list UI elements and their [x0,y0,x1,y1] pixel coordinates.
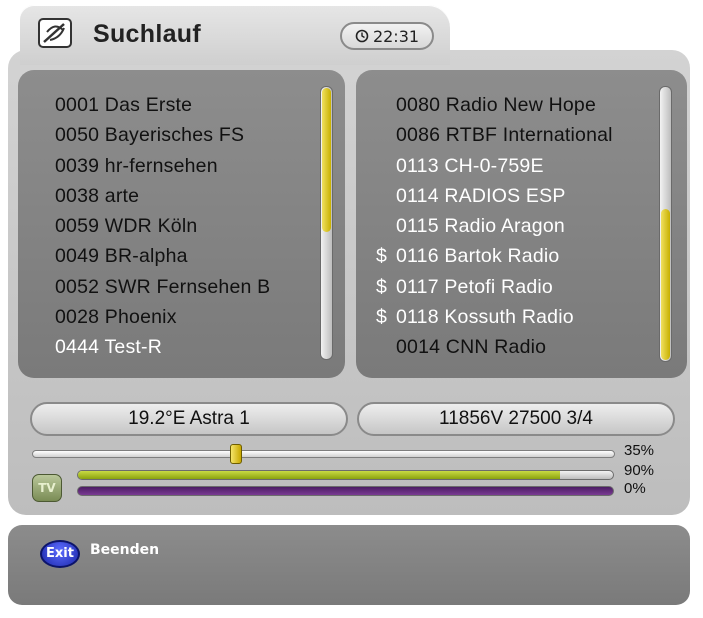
satellite-label: 19.2°E Astra 1 [30,402,348,436]
list-item[interactable]: 0115 Radio Aragon [376,211,613,241]
satellite-dish-icon [38,18,72,48]
exit-label: Beenden [90,542,160,558]
tv-list-scrollbar[interactable] [320,86,333,360]
signal-strength-bar [77,470,614,480]
list-item[interactable]: 0114 RADIOS ESP [376,181,613,211]
clock-time: 22:31 [372,26,420,46]
error-rate-percent: 0% [624,480,646,497]
clock-icon [355,29,369,43]
radio-list-scroll-thumb[interactable] [661,209,670,360]
list-item[interactable]: 0014 CNN Radio [376,332,613,362]
tv-channel-list[interactable]: 0001 Das Erste 0050 Bayerisches FS 0039 … [18,70,345,378]
list-item[interactable]: 0038 arte [55,181,270,211]
transponder-label: 11856V 27500 3/4 [357,402,675,436]
tv-list-scroll-thumb[interactable] [322,88,331,232]
signal-tv-icon: TV [32,474,62,502]
page-title: Suchlauf [93,20,201,48]
pay-prefix: $ [376,275,388,298]
radio-channel-list[interactable]: 0080 Radio New Hope 0086 RTBF Internatio… [356,70,687,378]
scan-progress-marker [230,444,243,464]
list-item[interactable]: $0118 Kossuth Radio [376,302,613,332]
signal-strength-percent: 90% [624,462,655,479]
help-bar [8,525,690,605]
list-item[interactable]: 0059 WDR Köln [55,211,270,241]
list-item[interactable]: 0113 CH-0-759E [376,151,613,181]
scan-screen: Suchlauf 22:31 0001 Das Erste 0050 Bayer… [0,0,703,618]
list-item[interactable]: 0050 Bayerisches FS [55,120,270,150]
tv-channel-rows: 0001 Das Erste 0050 Bayerisches FS 0039 … [55,90,270,363]
radio-channel-rows: 0080 Radio New Hope 0086 RTBF Internatio… [376,90,613,363]
list-item[interactable]: $0117 Petofi Radio [376,272,613,302]
list-item[interactable]: 0001 Das Erste [55,90,270,120]
list-item[interactable]: 0052 SWR Fernsehen B [55,272,270,302]
pay-prefix: $ [376,245,388,268]
error-rate-bar [77,486,614,496]
list-item[interactable]: $0116 Bartok Radio [376,241,613,271]
list-item[interactable]: 0049 BR-alpha [55,241,270,271]
list-item[interactable]: 0444 Test-R [55,332,270,362]
radio-list-scrollbar[interactable] [659,86,672,362]
pay-prefix: $ [376,306,388,329]
list-item[interactable]: 0028 Phoenix [55,302,270,332]
signal-strength-fill [78,471,560,479]
clock: 22:31 [340,22,434,50]
scan-progress-percent: 35% [624,442,655,459]
list-item[interactable]: 0086 RTBF International [376,120,613,150]
list-item[interactable]: 0080 Radio New Hope [376,90,613,120]
list-item[interactable]: 0039 hr-fernsehen [55,151,270,181]
scan-progress-track [32,450,615,458]
exit-button[interactable]: Exit [40,540,80,568]
